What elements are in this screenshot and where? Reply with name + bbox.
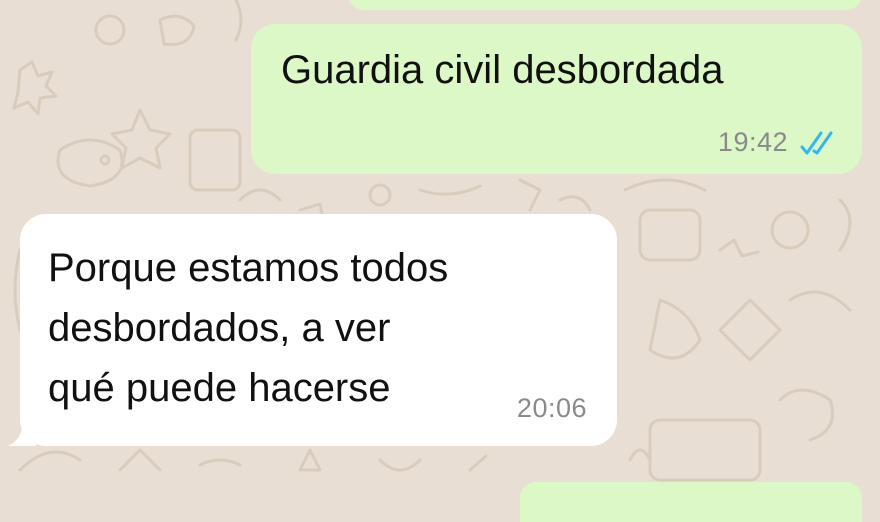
message-meta: 19:42 [718, 127, 844, 158]
next-outgoing-message-bubble[interactable] [520, 482, 862, 522]
message-text: Porque estamos todos desbordados, a ver … [48, 246, 449, 410]
incoming-message-bubble[interactable]: Porque estamos todos desbordados, a ver … [8, 214, 617, 446]
double-check-read-icon [800, 131, 833, 154]
message-timestamp: 20:06 [516, 393, 587, 423]
message-text: Guardia civil desbordada [281, 48, 724, 92]
previous-outgoing-message-bubble[interactable] [348, 0, 862, 10]
message-meta: 20:06 [517, 393, 587, 424]
message-timestamp: 19:42 [717, 127, 788, 157]
outgoing-message-bubble[interactable]: Guardia civil desbordada 19:42 [251, 24, 862, 174]
bubble-tail [8, 420, 36, 446]
